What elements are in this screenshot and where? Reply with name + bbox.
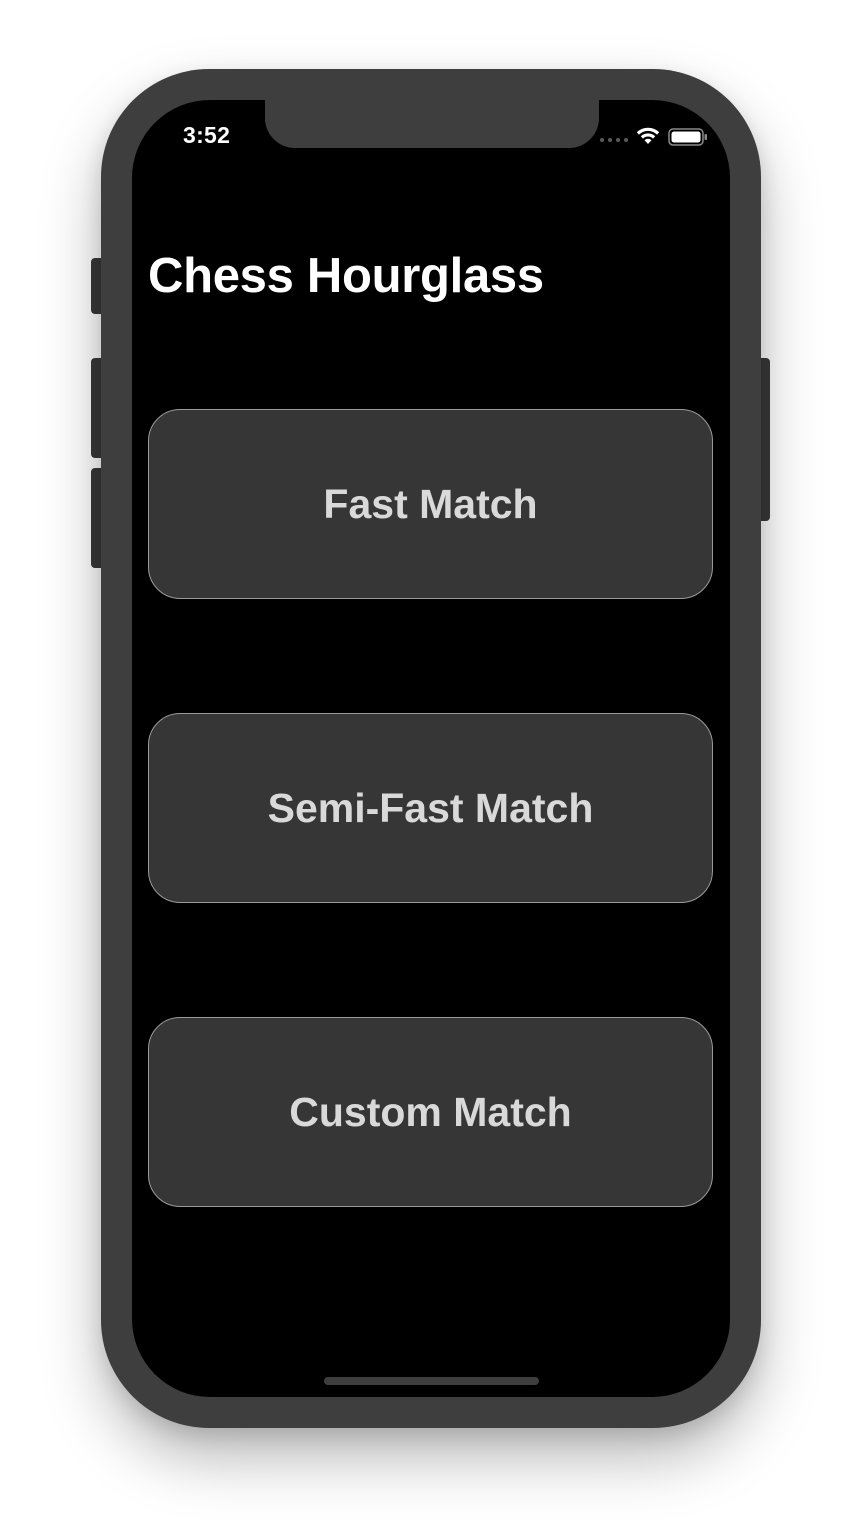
status-icons [600,124,710,148]
wifi-icon [636,127,660,144]
notch [265,100,599,148]
page-title: Chess Hourglass [148,249,544,303]
fast-match-button[interactable]: Fast Match [148,409,713,599]
device-mockup: 3:52 Chess Hourglass Fast Match Semi-Fas… [0,0,862,1530]
custom-match-button[interactable]: Custom Match [148,1017,713,1207]
battery-icon [668,128,707,146]
fast-match-label: Fast Match [323,480,538,527]
home-indicator[interactable] [324,1377,539,1385]
semi-fast-match-label: Semi-Fast Match [267,784,594,831]
custom-match-label: Custom Match [289,1088,572,1135]
status-time: 3:52 [183,122,231,148]
cellular-signal-icon [600,138,630,142]
semi-fast-match-button[interactable]: Semi-Fast Match [148,713,713,903]
